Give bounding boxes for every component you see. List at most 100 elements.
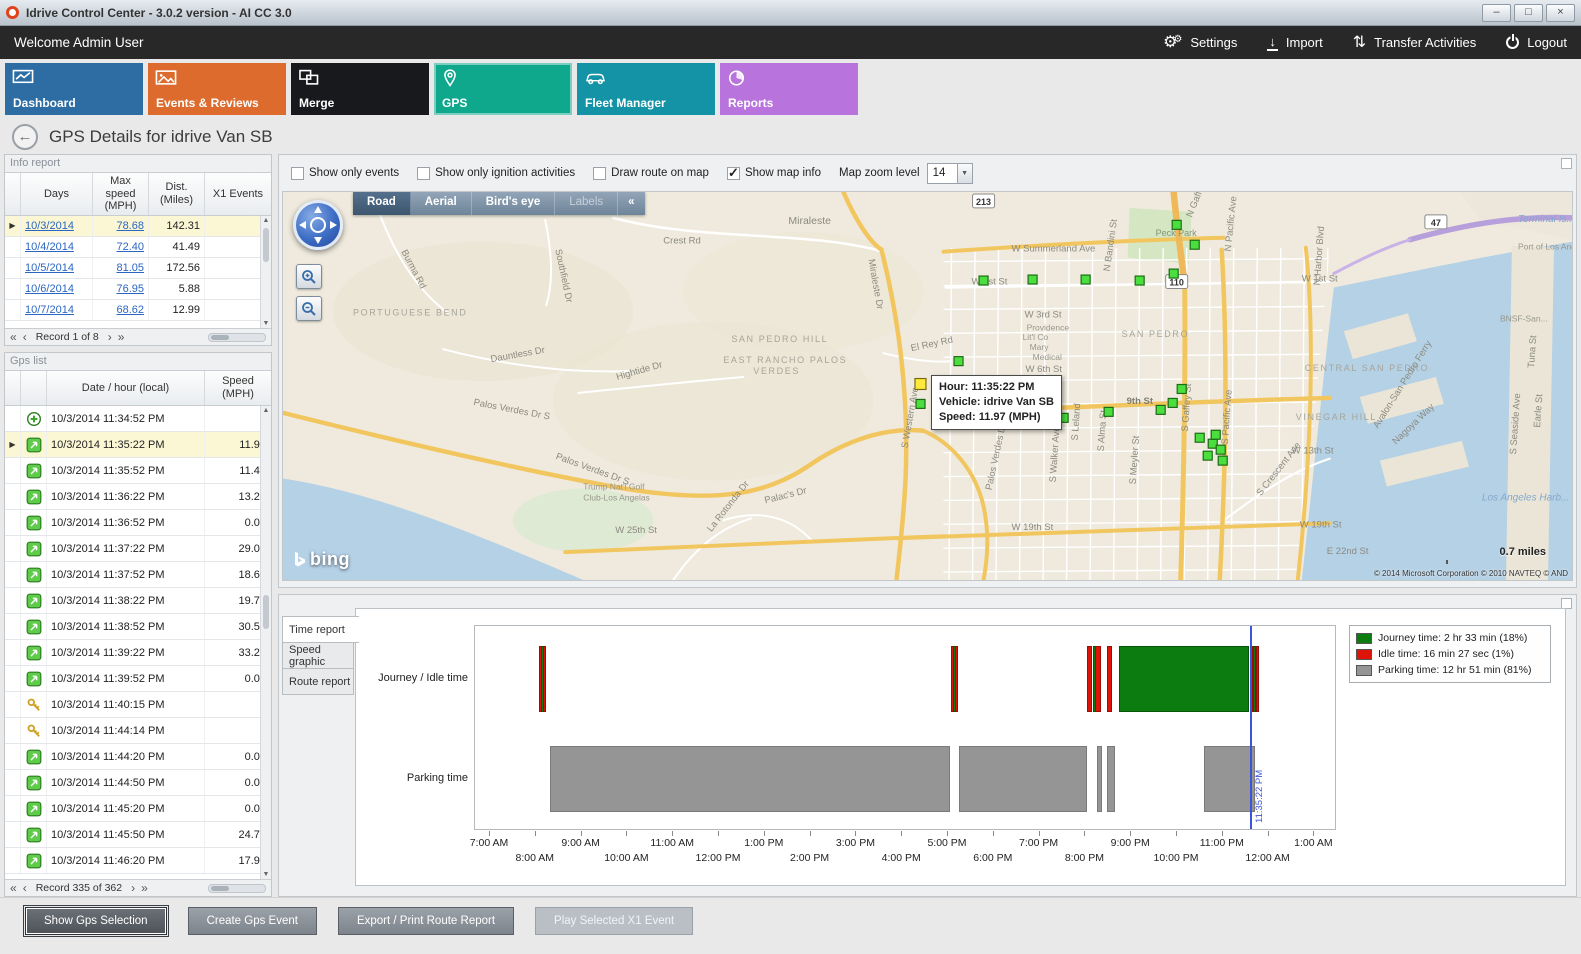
max-speed-link[interactable]: 81.05 [116, 262, 144, 274]
info-report-vertical-scrollbar[interactable]: ▲▼ [260, 216, 271, 328]
gps-marker[interactable] [1028, 275, 1037, 284]
column-header-distance[interactable]: Dist. (Miles) [149, 173, 205, 215]
gps-list-row[interactable]: 10/3/2014 11:44:14 PM [5, 718, 271, 744]
module-tile-reports[interactable]: Reports [720, 63, 858, 115]
map-tab-aerial[interactable]: Aerial [411, 192, 472, 215]
gps-list-vertical-scrollbar[interactable]: ▲▼ [260, 406, 271, 879]
tab-time-report[interactable]: Time report [282, 616, 359, 643]
gps-marker[interactable] [1216, 445, 1225, 454]
back-button[interactable]: ← [12, 124, 38, 150]
info-report-row[interactable]: 10/7/201468.6212.99 [5, 300, 271, 321]
checkbox-box[interactable] [291, 167, 304, 180]
gps-marker[interactable] [1169, 269, 1178, 278]
gps-list-row[interactable]: 10/3/2014 11:35:52 PM11.47 [5, 458, 271, 484]
play-selected-x1-event-button[interactable]: Play Selected X1 Event [535, 907, 693, 935]
checkbox-show-map-info[interactable]: Show map info [727, 167, 821, 180]
column-header-speed[interactable]: Speed (MPH) [205, 371, 271, 405]
gps-marker[interactable] [1203, 451, 1212, 460]
max-speed-link[interactable]: 68.62 [116, 304, 144, 316]
info-report-row[interactable]: ▶10/3/201478.68142.31 [5, 216, 271, 237]
map-zoom-dropdown[interactable]: 14 ▼ [927, 163, 973, 184]
day-link[interactable]: 10/6/2014 [25, 283, 74, 295]
close-button[interactable]: × [1546, 4, 1575, 22]
gps-list-row[interactable]: 10/3/2014 11:40:15 PM [5, 692, 271, 718]
gps-list-row[interactable]: 10/3/2014 11:37:52 PM18.63 [5, 562, 271, 588]
gps-marker[interactable] [1081, 275, 1090, 284]
panel-collapse-button[interactable] [1561, 158, 1572, 169]
map-compass-control[interactable] [293, 200, 343, 250]
gps-marker[interactable] [1211, 430, 1220, 439]
import-button[interactable]: ↓ Import [1267, 35, 1322, 51]
gps-marker[interactable] [1190, 240, 1199, 249]
gps-list-row[interactable]: 10/3/2014 11:37:22 PM29.05 [5, 536, 271, 562]
max-speed-link[interactable]: 72.40 [116, 241, 144, 253]
gps-list-row[interactable]: 10/3/2014 11:44:20 PM0.00 [5, 744, 271, 770]
checkbox-box[interactable] [727, 167, 740, 180]
tab-speed-graphic[interactable]: Speed graphic [282, 642, 354, 669]
next-record-button[interactable]: › [108, 331, 112, 343]
maximize-button[interactable]: □ [1514, 4, 1543, 22]
record-nav-scrollbar[interactable] [208, 884, 266, 893]
tab-route-report[interactable]: Route report [282, 668, 354, 695]
zoom-out-button[interactable] [296, 296, 322, 321]
info-report-row[interactable]: 10/4/201472.4041.49 [5, 237, 271, 258]
last-record-button[interactable]: » [141, 882, 148, 894]
gps-list-row[interactable]: 10/3/2014 11:39:22 PM33.21 [5, 640, 271, 666]
gps-marker[interactable] [1156, 405, 1165, 414]
logout-button[interactable]: Logout [1506, 35, 1567, 50]
map-tab-birds-eye[interactable]: Bird's eye [472, 192, 556, 215]
last-record-button[interactable]: » [118, 331, 125, 343]
next-record-button[interactable]: › [131, 882, 135, 894]
gps-marker[interactable] [979, 276, 988, 285]
checkbox-box[interactable] [417, 167, 430, 180]
map-canvas[interactable]: MiralestePeck ParkW Summerland AveCrest … [282, 191, 1573, 581]
day-link[interactable]: 10/5/2014 [25, 262, 74, 274]
gps-list-row[interactable]: ▶10/3/2014 11:35:22 PM11.97 [5, 432, 271, 458]
gps-marker[interactable] [1168, 398, 1177, 407]
pan-down-arrow[interactable] [314, 237, 322, 244]
chart-time-cursor[interactable] [1250, 626, 1252, 829]
prev-record-button[interactable]: ‹ [23, 882, 27, 894]
gps-marker[interactable] [1218, 456, 1227, 465]
checkbox-show-only-ignition-activities[interactable]: Show only ignition activities [417, 167, 575, 180]
max-speed-link[interactable]: 76.95 [116, 283, 144, 295]
day-link[interactable]: 10/3/2014 [25, 220, 74, 232]
first-record-button[interactable]: « [10, 331, 17, 343]
day-link[interactable]: 10/7/2014 [25, 304, 74, 316]
gps-list-row[interactable]: 10/3/2014 11:36:52 PM0.00 [5, 510, 271, 536]
gps-marker[interactable] [1195, 433, 1204, 442]
module-tile-dashboard[interactable]: Dashboard [5, 63, 143, 115]
pan-up-arrow[interactable] [314, 206, 322, 213]
export-print-route-report-button[interactable]: Export / Print Route Report [338, 907, 514, 935]
minimize-button[interactable]: – [1482, 4, 1511, 22]
gps-list-row[interactable]: 10/3/2014 11:39:52 PM0.00 [5, 666, 271, 692]
pan-right-arrow[interactable] [330, 221, 337, 229]
gps-list-row[interactable]: 10/3/2014 11:44:50 PM0.00 [5, 770, 271, 796]
gps-marker[interactable] [1135, 276, 1144, 285]
column-header-days[interactable]: Days [21, 173, 93, 215]
module-tile-merge[interactable]: Merge [291, 63, 429, 115]
transfer-activities-button[interactable]: ⇅ Transfer Activities [1353, 35, 1477, 51]
module-tile-fleet-manager[interactable]: Fleet Manager [577, 63, 715, 115]
gps-list-row[interactable]: 10/3/2014 11:34:52 PM [5, 406, 271, 432]
gps-marker[interactable] [1177, 385, 1186, 394]
info-report-row[interactable]: 10/6/201476.955.88 [5, 279, 271, 300]
first-record-button[interactable]: « [10, 882, 17, 894]
gps-list-row[interactable]: 10/3/2014 11:46:20 PM17.93 [5, 848, 271, 874]
checkbox-box[interactable] [593, 167, 606, 180]
gps-list-row[interactable]: 10/3/2014 11:36:22 PM13.28 [5, 484, 271, 510]
show-gps-selection-button[interactable]: Show Gps Selection [25, 907, 167, 935]
module-tile-gps[interactable]: GPS [434, 63, 572, 115]
selected-gps-marker[interactable] [915, 379, 926, 390]
pan-left-arrow[interactable] [299, 221, 306, 229]
map-tabs-collapse-button[interactable]: « [618, 192, 644, 215]
zoom-in-button[interactable] [296, 264, 322, 289]
gps-list-row[interactable]: 10/3/2014 11:38:22 PM19.70 [5, 588, 271, 614]
gps-marker[interactable] [1172, 220, 1181, 229]
create-gps-event-button[interactable]: Create Gps Event [188, 907, 317, 935]
gps-list-row[interactable]: 10/3/2014 11:38:52 PM30.55 [5, 614, 271, 640]
max-speed-link[interactable]: 78.68 [116, 220, 144, 232]
info-report-row[interactable]: 10/5/201481.05172.56 [5, 258, 271, 279]
column-header-max-speed[interactable]: Max speed (MPH) [93, 173, 149, 215]
record-nav-scrollbar[interactable] [208, 333, 266, 342]
